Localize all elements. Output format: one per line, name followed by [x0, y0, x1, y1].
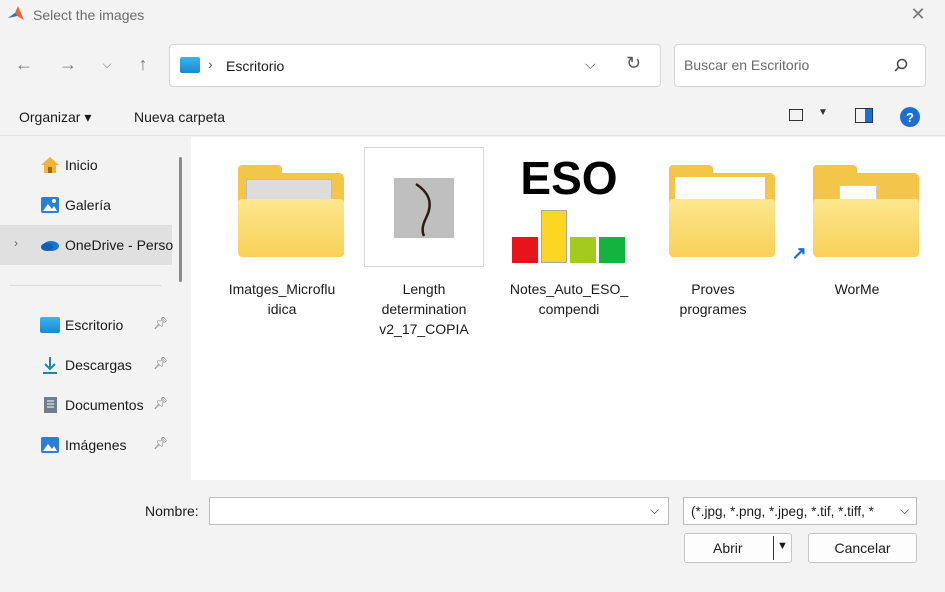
sidebar-item-label: Inicio	[65, 157, 98, 173]
home-icon	[41, 157, 59, 173]
chevron-right-icon[interactable]: ›	[14, 236, 18, 250]
sidebar-item-onedrive[interactable]: › OneDrive - Perso	[0, 225, 174, 265]
view-mode-icon[interactable]	[789, 109, 803, 121]
title-bar: Select the images ✕	[0, 0, 945, 30]
file-name-input[interactable]	[216, 503, 636, 519]
desktop-icon	[40, 317, 60, 333]
cancel-button[interactable]: Cancelar	[808, 533, 917, 563]
download-icon	[43, 357, 57, 374]
pin-icon: 📌︎	[153, 356, 169, 370]
chevron-down-icon[interactable]: ⌵	[650, 503, 659, 518]
sidebar-item-label: Descargas	[65, 357, 132, 373]
desktop-icon	[180, 57, 200, 73]
navigation-pane: Inicio Galería › OneDrive - Perso Escrit…	[0, 137, 190, 480]
chevron-down-icon: ⌵	[102, 56, 112, 71]
image-thumbnail: ESO	[509, 147, 629, 267]
sidebar-item-documentos[interactable]: Documentos 📌︎	[0, 385, 172, 425]
sidebar-item-label: OneDrive - Perso	[65, 237, 174, 253]
file-type-filter-value: (*.jpg, *.png, *.jpeg, *.tif, *.tiff, *	[691, 504, 874, 519]
arrow-right-icon: →	[59, 53, 77, 74]
breadcrumb-separator: ›	[208, 56, 213, 72]
file-name: Proves programes	[679, 281, 747, 317]
chevron-down-icon[interactable]: ⌵	[900, 503, 909, 518]
organize-label: Organizar	[19, 109, 81, 125]
arrow-up-icon: ↑	[138, 53, 148, 74]
sidebar-item-descargas[interactable]: Descargas 📌︎	[0, 345, 172, 385]
recent-locations-button[interactable]: ⌵	[93, 50, 121, 78]
pin-icon: 📌︎	[153, 316, 169, 330]
dialog-footer: Nombre: ⌵ (*.jpg, *.png, *.jpeg, *.tif, …	[0, 480, 945, 592]
up-button[interactable]: ↑	[129, 50, 157, 78]
organize-menu[interactable]: Organizar ▾	[19, 109, 91, 126]
address-history-dropdown[interactable]: ⌵	[585, 56, 596, 73]
sidebar-item-inicio[interactable]: Inicio	[0, 145, 172, 185]
eso-logo-text: ESO	[520, 152, 618, 204]
search-input[interactable]	[684, 57, 884, 73]
file-name: WorMe	[834, 281, 880, 297]
folder-icon	[222, 147, 344, 267]
file-name: Notes_Auto_ESO_ compendi	[509, 281, 629, 317]
file-type-filter[interactable]: (*.jpg, *.png, *.jpeg, *.tif, *.tiff, * …	[683, 497, 917, 525]
open-button[interactable]: Abrir ▼	[684, 533, 792, 563]
matlab-icon	[8, 6, 24, 20]
refresh-icon[interactable]: ↻	[626, 53, 641, 74]
close-icon[interactable]: ✕	[908, 4, 928, 24]
window-title: Select the images	[33, 7, 145, 23]
address-bar[interactable]: › Escritorio ⌵ ↻	[169, 44, 661, 87]
sidebar-item-label: Documentos	[65, 397, 144, 413]
gallery-icon	[41, 197, 59, 213]
open-button-label: Abrir	[713, 540, 743, 556]
back-button[interactable]: ←	[10, 50, 38, 78]
file-name-combobox[interactable]: ⌵	[209, 497, 669, 525]
image-thumbnail	[364, 147, 484, 267]
sidebar-item-label: Imágenes	[65, 437, 127, 453]
image-icon	[41, 437, 59, 453]
sidebar-item-label: Escritorio	[65, 317, 124, 333]
sidebar-scrollbar[interactable]	[179, 157, 182, 282]
view-dropdown-icon[interactable]: ▼	[818, 107, 828, 118]
file-name: Imatges_Microflu idica	[228, 281, 336, 317]
file-name-label: Nombre:	[145, 503, 199, 519]
sidebar-item-galeria[interactable]: Galería	[0, 185, 172, 225]
help-icon[interactable]: ?	[900, 107, 920, 127]
pin-icon: 📌︎	[153, 396, 169, 410]
document-icon	[44, 397, 57, 413]
sidebar-item-label: Galería	[65, 197, 111, 213]
arrow-left-icon: ←	[15, 53, 33, 74]
search-icon[interactable]	[891, 56, 911, 76]
forward-button[interactable]: →	[54, 50, 82, 78]
preview-pane-icon[interactable]	[855, 108, 873, 123]
open-options-dropdown-icon[interactable]: ▼	[777, 540, 788, 552]
shortcut-folder-icon: ↗	[789, 147, 919, 267]
folder-icon	[653, 147, 775, 267]
cloud-icon	[41, 241, 59, 251]
split-divider	[773, 536, 774, 560]
shortcut-arrow-icon: ↗	[789, 243, 809, 263]
navigation-bar: ← → ⌵ ↑ › Escritorio ⌵ ↻	[0, 30, 945, 98]
breadcrumb-escritorio[interactable]: Escritorio	[226, 58, 284, 74]
pin-icon: 📌︎	[153, 436, 169, 450]
sidebar-item-escritorio[interactable]: Escritorio 📌︎	[0, 305, 172, 345]
file-list: Imatges_Microflu idica Length determinatio…	[191, 137, 945, 480]
new-folder-button[interactable]: Nueva carpeta	[134, 109, 225, 125]
file-name: Length determination v2_17_COPIA	[379, 281, 469, 337]
sidebar-item-imagenes[interactable]: Imágenes 📌︎	[0, 425, 172, 465]
command-bar: Organizar ▾ Nueva carpeta ▼	[0, 98, 945, 136]
search-box[interactable]	[674, 44, 926, 87]
sidebar-divider	[10, 285, 161, 286]
